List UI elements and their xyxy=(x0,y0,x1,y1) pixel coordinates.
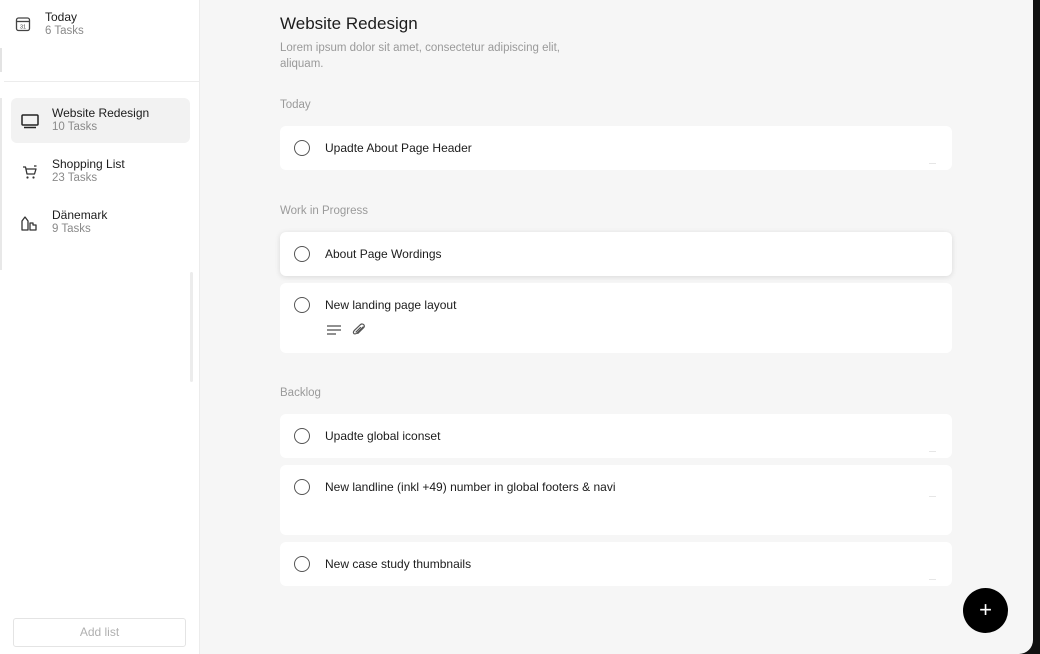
section-label-today: Today xyxy=(280,99,311,111)
sidebar-item-danemark[interactable]: Dänemark 9 Tasks xyxy=(11,200,190,245)
task-card[interactable]: New case study thumbnails xyxy=(280,542,952,586)
task-drag-handle[interactable] xyxy=(929,163,936,164)
page-title: Website Redesign xyxy=(280,14,418,33)
task-checkbox[interactable] xyxy=(294,246,310,262)
buildings-icon xyxy=(20,213,40,233)
task-card[interactable]: About Page Wordings xyxy=(280,232,952,276)
sidebar-scrollbar[interactable] xyxy=(190,272,193,382)
sidebar-item-website-redesign[interactable]: Website Redesign 10 Tasks xyxy=(11,98,190,143)
monitor-icon xyxy=(20,111,40,131)
attachment-icon xyxy=(351,323,367,342)
task-card[interactable]: New landing page layout xyxy=(280,283,952,353)
task-checkbox[interactable] xyxy=(294,479,310,495)
task-checkbox[interactable] xyxy=(294,428,310,444)
task-title: Upadte global iconset xyxy=(325,429,441,443)
sidebar-divider xyxy=(4,81,199,82)
plus-icon: + xyxy=(979,597,992,622)
task-card[interactable]: Upadte global iconset xyxy=(280,414,952,458)
sidebar-edge xyxy=(0,98,2,270)
sidebar-item-shopping-list[interactable]: Shopping List 23 Tasks xyxy=(11,149,190,194)
add-task-button[interactable]: + xyxy=(963,588,1008,633)
task-checkbox[interactable] xyxy=(294,297,310,313)
section-label-work-in-progress: Work in Progress xyxy=(280,205,368,217)
section-label-backlog: Backlog xyxy=(280,387,321,399)
app-window: 31 Today 6 Tasks Website Redesign 10 Tas… xyxy=(0,0,1033,654)
task-drag-handle[interactable] xyxy=(929,496,936,497)
task-card[interactable]: New landline (inkl +49) number in global… xyxy=(280,465,952,535)
sidebar: 31 Today 6 Tasks Website Redesign 10 Tas… xyxy=(0,0,200,654)
sidebar-edge xyxy=(0,48,2,72)
task-drag-handle[interactable] xyxy=(929,579,936,580)
notes-icon xyxy=(326,323,343,342)
task-checkbox[interactable] xyxy=(294,556,310,572)
task-checkbox[interactable] xyxy=(294,140,310,156)
sidebar-item-today[interactable]: 31 Today 6 Tasks xyxy=(0,0,199,48)
task-title: Upadte About Page Header xyxy=(325,141,472,155)
list-count: 23 Tasks xyxy=(52,172,98,184)
page-description: Lorem ipsum dolor sit amet, consectetur … xyxy=(280,42,560,70)
calendar-icon: 31 xyxy=(14,15,32,33)
today-label: Today xyxy=(45,10,78,24)
svg-text:31: 31 xyxy=(20,24,26,30)
list-name: Dänemark xyxy=(52,208,108,222)
list-count: 10 Tasks xyxy=(52,121,98,133)
today-count: 6 Tasks xyxy=(45,25,84,37)
cart-icon xyxy=(20,162,40,182)
task-drag-handle[interactable] xyxy=(929,451,936,452)
task-title: New case study thumbnails xyxy=(325,557,472,571)
task-card[interactable]: Upadte About Page Header xyxy=(280,126,952,170)
task-title: New landline (inkl +49) number in global… xyxy=(325,480,616,494)
task-title: New landing page layout xyxy=(325,298,457,312)
task-title: About Page Wordings xyxy=(325,247,442,261)
task-meta xyxy=(326,323,367,342)
add-list-button[interactable]: Add list xyxy=(13,618,186,647)
list-name: Website Redesign xyxy=(52,106,150,120)
list-count: 9 Tasks xyxy=(52,223,91,235)
list-name: Shopping List xyxy=(52,157,125,171)
